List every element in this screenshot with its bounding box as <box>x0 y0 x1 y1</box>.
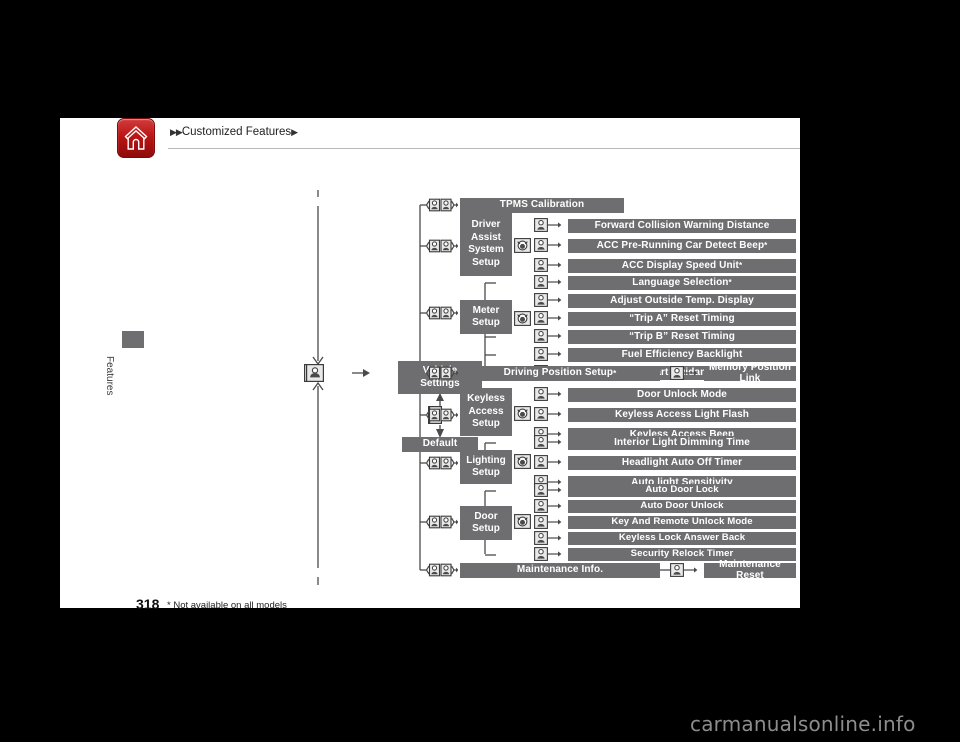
leaf-node[interactable]: Keyless Lock Answer Back <box>568 532 796 545</box>
branch-label-line: Keyless <box>467 393 505 405</box>
leaf-node[interactable]: Fuel Efficiency Backlight <box>568 348 796 362</box>
leaf-node[interactable]: “Trip B” Reset Timing <box>568 330 796 344</box>
branch-label-line: Assist <box>470 231 501 243</box>
branch-label-line: Meter <box>472 304 500 316</box>
branch-label-line: Setup <box>472 523 500 534</box>
branch-label-line: Setup <box>472 256 500 268</box>
leaf-label: Door Unlock Mode <box>637 388 727 400</box>
branch-label-line: Door <box>474 510 498 522</box>
leaf-node[interactable]: Interior Light Dimming Time <box>568 436 796 450</box>
branch-label-line: Access <box>468 405 504 417</box>
leaf-label: Interior Light Dimming Time <box>614 436 750 448</box>
branch-label-line: Driver <box>471 219 501 230</box>
branch-label-line: System <box>468 244 504 255</box>
branch-label-line: Setup <box>472 317 500 328</box>
branch-node-driver-assist-system-setup[interactable]: Driver Assist System Setup <box>460 212 512 276</box>
leaf-label: Keyless Lock Answer Back <box>618 532 746 544</box>
branch-node-tpms[interactable]: TPMS Calibration <box>460 198 624 213</box>
branch-label: Driving Position Setup <box>503 367 614 379</box>
enter-button-icon[interactable] <box>306 364 324 382</box>
branch-node-meter-setup[interactable]: Meter Setup <box>460 300 512 334</box>
leaf-label: Key And Remote Unlock Mode <box>611 516 753 528</box>
branch-label-line: Lighting <box>466 454 506 466</box>
leaf-node[interactable]: Key And Remote Unlock Mode <box>568 516 796 529</box>
leaf-node[interactable]: Language Selection * <box>568 276 796 290</box>
leaf-label: “Trip A” Reset Timing <box>629 312 735 324</box>
leaf-label: Keyless Access Light Flash <box>615 408 749 420</box>
branch-label-line: Setup <box>472 418 500 430</box>
leaf-label: ACC Pre-Running Car Detect Beep <box>596 239 765 251</box>
branch-node-lighting-setup[interactable]: Lighting Setup <box>460 450 512 484</box>
manual-page: ▶▶Customized Features▶ Features 318 * No… <box>60 118 800 612</box>
leaf-node[interactable]: Keyless Access Light Flash <box>568 408 796 422</box>
leaf-node[interactable]: Headlight Auto Off Timer <box>568 456 796 470</box>
branch-node-keyless-access-setup[interactable]: Keyless Access Setup <box>460 388 512 436</box>
leaf-label: Forward Collision Warning Distance <box>594 219 770 231</box>
leaf-label: ACC Display Speed Unit <box>621 259 739 271</box>
leaf-node[interactable]: Auto Door Unlock <box>568 500 796 513</box>
branch-node-driving-position-setup[interactable]: Driving Position Setup * <box>460 366 660 381</box>
leaf-node[interactable]: ACC Display Speed Unit * <box>568 259 796 273</box>
branch-node-maintenance-info[interactable]: Maintenance Info. <box>460 563 660 578</box>
leaf-label: Auto Door Lock <box>645 484 719 496</box>
branch-node-door-setup[interactable]: Door Setup <box>460 506 512 540</box>
customized-features-flow-diagram: Vehicle Settings Default <box>60 118 800 608</box>
leaf-label: “Trip B” Reset Timing <box>629 330 735 342</box>
leaf-label: Adjust Outside Temp. Display <box>610 294 754 306</box>
leaf-node[interactable]: Forward Collision Warning Distance <box>568 219 796 233</box>
leaf-node[interactable]: Memory Position Link <box>704 362 796 384</box>
branch-label-line: Setup <box>472 467 500 478</box>
branch-label: TPMS Calibration <box>499 199 585 211</box>
leaf-label: Maintenance Reset <box>719 559 781 581</box>
leaf-node[interactable]: “Trip A” Reset Timing <box>568 312 796 326</box>
site-watermark: carmanualsonline.info <box>690 712 916 736</box>
leaf-label: Fuel Efficiency Backlight <box>621 348 743 360</box>
branch-label: Maintenance Info. <box>516 564 604 576</box>
leaf-label: Headlight Auto Off Timer <box>621 456 743 468</box>
default-node-label: Default <box>422 438 458 450</box>
leaf-label: Auto Door Unlock <box>640 500 724 512</box>
leaf-node[interactable]: Door Unlock Mode <box>568 388 796 402</box>
leaf-node[interactable]: Maintenance Reset <box>704 559 796 581</box>
leaf-label: Memory Position Link <box>708 362 792 384</box>
leaf-node[interactable]: Auto Door Lock <box>568 484 796 497</box>
leaf-label: Security Relock Timer <box>630 548 734 560</box>
leaf-label: Language Selection <box>632 276 729 288</box>
leaf-node[interactable]: ACC Pre-Running Car Detect Beep * <box>568 239 796 253</box>
leaf-node[interactable]: Adjust Outside Temp. Display <box>568 294 796 308</box>
